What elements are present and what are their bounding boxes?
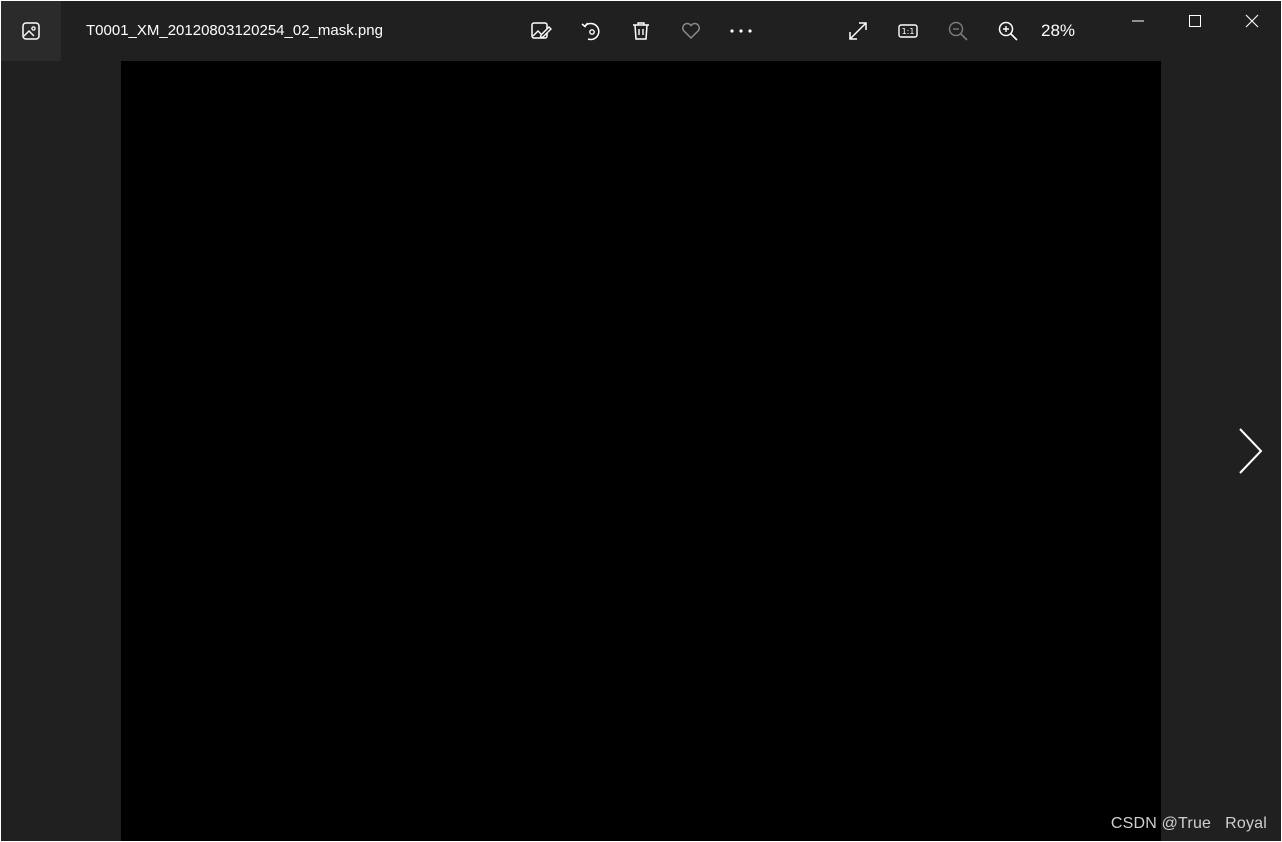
- minimize-icon: [1132, 20, 1144, 22]
- zoom-in-button[interactable]: [988, 11, 1028, 51]
- actual-size-button[interactable]: 1:1: [888, 11, 928, 51]
- image-viewer-canvas: CSDN @True Royal: [1, 61, 1281, 841]
- maximize-icon: [1189, 15, 1201, 27]
- zoom-out-button[interactable]: [938, 11, 978, 51]
- watermark-text: CSDN @True Royal: [1110, 815, 1267, 832]
- app-icon-button[interactable]: [1, 1, 61, 61]
- actual-size-label: 1:1: [902, 27, 915, 36]
- chevron-right-icon: [1239, 428, 1263, 474]
- actual-size-icon: 1:1: [898, 24, 918, 38]
- edit-image-button[interactable]: [521, 11, 561, 51]
- rotate-icon: [581, 22, 600, 41]
- next-image-button[interactable]: [1227, 421, 1271, 481]
- minimize-button[interactable]: [1110, 1, 1166, 41]
- close-icon: [1245, 14, 1259, 28]
- zoom-out-icon: [948, 21, 968, 41]
- heart-icon: [682, 22, 700, 40]
- displayed-image[interactable]: [121, 61, 1161, 841]
- title-bar: T0001_XM_20120803120254_02_mask.png 1:1 …: [1, 1, 1281, 61]
- file-name-title: T0001_XM_20120803120254_02_mask.png: [86, 22, 383, 39]
- delete-button[interactable]: [621, 11, 661, 51]
- trash-icon: [633, 22, 649, 40]
- close-button[interactable]: [1224, 1, 1280, 41]
- rotate-button[interactable]: [571, 11, 611, 51]
- fullscreen-button[interactable]: [838, 11, 878, 51]
- edit-image-icon: [531, 22, 552, 39]
- photos-window: T0001_XM_20120803120254_02_mask.png 1:1 …: [1, 1, 1281, 841]
- maximize-button[interactable]: [1167, 1, 1223, 41]
- favorite-button[interactable]: [671, 11, 711, 51]
- more-icon: [730, 29, 752, 33]
- zoom-level[interactable]: 28%: [1041, 21, 1075, 41]
- expand-icon: [849, 22, 867, 40]
- photos-app-icon: [22, 22, 40, 40]
- zoom-in-icon: [998, 21, 1018, 41]
- more-options-button[interactable]: [721, 11, 761, 51]
